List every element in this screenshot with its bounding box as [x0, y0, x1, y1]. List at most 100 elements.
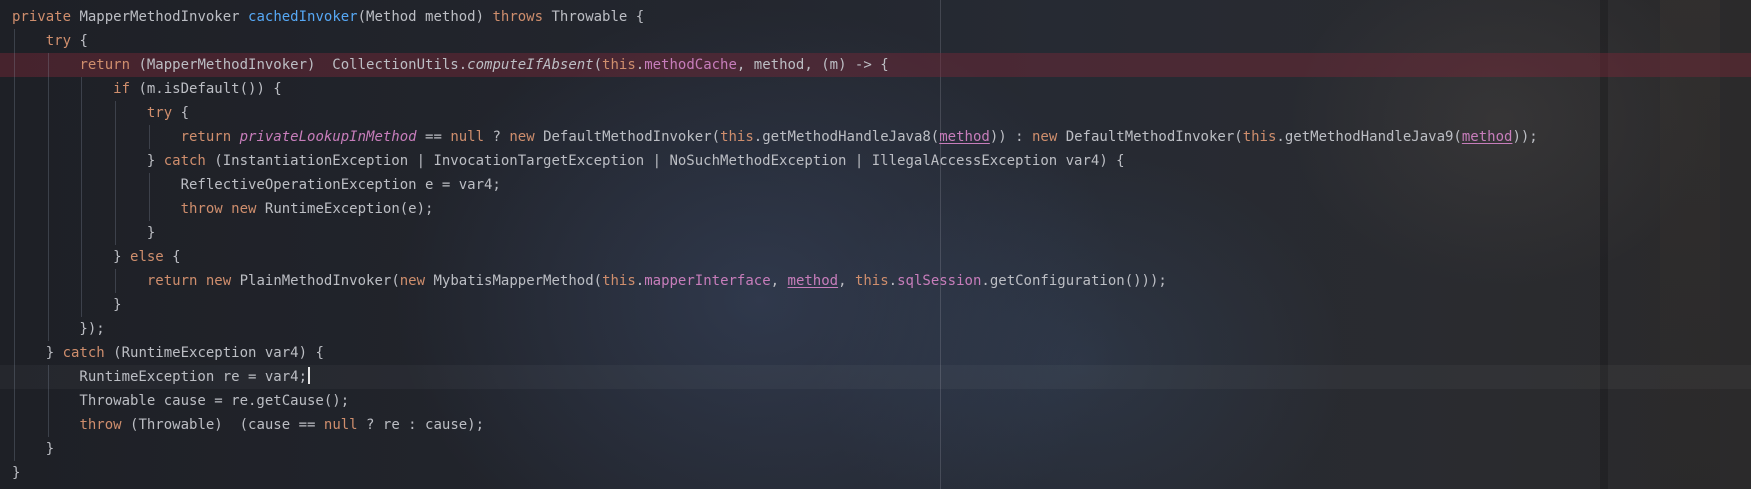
indent-guide — [14, 293, 15, 317]
code-token: null — [323, 417, 358, 433]
code-line[interactable]: } — [0, 437, 1751, 461]
code-token: } — [12, 441, 55, 457]
code-token: return — [79, 57, 131, 73]
code-token: new — [399, 273, 426, 289]
code-token: } — [12, 249, 131, 265]
code-line[interactable]: throw (Throwable) (cause == null ? re : … — [0, 413, 1751, 437]
indent-guide — [47, 149, 49, 173]
code-line[interactable]: return privateLookupInMethod == null ? n… — [0, 125, 1751, 149]
code-line[interactable]: Throwable cause = re.getCause(); — [0, 389, 1751, 413]
code-token: new — [509, 129, 535, 145]
code-line[interactable]: } — [0, 293, 1751, 317]
indent-guide — [14, 317, 15, 341]
indent-guide — [81, 173, 83, 197]
code-token: { — [163, 249, 181, 265]
code-line[interactable]: try { — [0, 29, 1751, 53]
code-token: == — [416, 129, 451, 145]
code-token: PlainMethodInvoker( — [231, 273, 400, 289]
indent-guide — [47, 53, 49, 77]
indent-guide — [115, 269, 117, 293]
code-token: sqlSession — [897, 273, 982, 289]
code-token: , method, (m) -> { — [736, 57, 889, 73]
code-line[interactable]: } else { — [0, 245, 1751, 269]
code-line[interactable]: ReflectiveOperationException e = var4; — [0, 173, 1751, 197]
indent-guide — [81, 269, 83, 293]
code-line[interactable]: }); — [0, 317, 1751, 341]
indent-guide — [81, 101, 83, 125]
code-token: ? — [484, 129, 510, 145]
code-token: DefaultMethodInvoker( — [1057, 129, 1243, 145]
code-token: (RuntimeException var4) { — [104, 345, 324, 361]
indent-guide — [47, 293, 49, 317]
indent-guide — [47, 317, 49, 341]
code-editor[interactable]: private MapperMethodInvoker cachedInvoke… — [0, 0, 1751, 489]
indent-guide — [47, 269, 49, 293]
indent-guide — [14, 77, 15, 101]
indent-guide — [14, 221, 15, 245]
code-token: methodCache — [644, 57, 737, 73]
code-token: method — [787, 273, 839, 289]
indent-guide — [14, 437, 15, 461]
code-token: else — [130, 249, 164, 265]
code-token: } — [12, 345, 63, 361]
code-line[interactable]: } — [0, 221, 1751, 245]
text-caret — [308, 367, 311, 384]
indent-guide — [81, 77, 83, 101]
code-line[interactable]: RuntimeException re = var4; — [0, 365, 1751, 389]
indent-guide — [14, 197, 15, 221]
indent-guide — [115, 149, 117, 173]
indent-guide — [47, 197, 49, 221]
indent-guide — [14, 269, 15, 293]
code-token: computeIfAbsent — [467, 57, 594, 73]
indent-guide — [115, 173, 117, 197]
code-token: } — [12, 225, 156, 241]
code-token: (MapperMethodInvoker) CollectionUtils. — [130, 57, 468, 73]
indent-guide — [47, 413, 49, 437]
code-token: private — [12, 9, 72, 25]
indent-guide — [148, 173, 150, 197]
indent-guide — [81, 245, 83, 269]
code-line[interactable]: private MapperMethodInvoker cachedInvoke… — [0, 5, 1751, 29]
code-line-breakpoint[interactable]: return (MapperMethodInvoker) CollectionU… — [0, 53, 1751, 77]
code-token: ? re : cause); — [357, 417, 485, 433]
code-token: DefaultMethodInvoker( — [534, 129, 721, 145]
code-token: { — [71, 33, 88, 49]
code-line[interactable]: } — [0, 461, 1751, 485]
code-line[interactable]: try { — [0, 101, 1751, 125]
indent-guide — [14, 341, 15, 365]
indent-guide — [14, 173, 15, 197]
code-token: new — [205, 273, 232, 289]
code-token: catch — [62, 345, 105, 361]
code-token: }); — [12, 321, 105, 337]
indent-guide — [81, 221, 83, 245]
code-token: .getMethodHandleJava9( — [1276, 129, 1462, 145]
code-line[interactable]: throw new RuntimeException(e); — [0, 197, 1751, 221]
indent-guide — [14, 389, 15, 413]
indent-guide — [81, 149, 83, 173]
code-token: this — [720, 129, 754, 145]
code-token: , — [838, 273, 855, 289]
code-line[interactable]: if (m.isDefault()) { — [0, 77, 1751, 101]
code-token: (Throwable) (cause == — [121, 417, 324, 433]
code-token: MybatisMapperMethod( — [425, 273, 603, 289]
code-token: . — [888, 273, 898, 289]
code-token: return — [180, 129, 232, 145]
indent-guide — [115, 101, 117, 125]
indent-guide — [14, 245, 15, 269]
code-line[interactable]: return new PlainMethodInvoker(new Mybati… — [0, 269, 1751, 293]
indent-guide — [47, 389, 49, 413]
code-token: catch — [163, 153, 206, 169]
code-token: null — [450, 129, 485, 145]
code-line[interactable]: } catch (RuntimeException var4) { — [0, 341, 1751, 365]
code-token: if — [113, 81, 131, 97]
code-token: )) : — [989, 129, 1032, 145]
indent-guide — [14, 149, 15, 173]
code-token: } — [12, 153, 164, 169]
code-token: . — [635, 57, 645, 73]
code-area[interactable]: private MapperMethodInvoker cachedInvoke… — [0, 5, 1751, 485]
code-line[interactable]: } catch (InstantiationException | Invoca… — [0, 149, 1751, 173]
